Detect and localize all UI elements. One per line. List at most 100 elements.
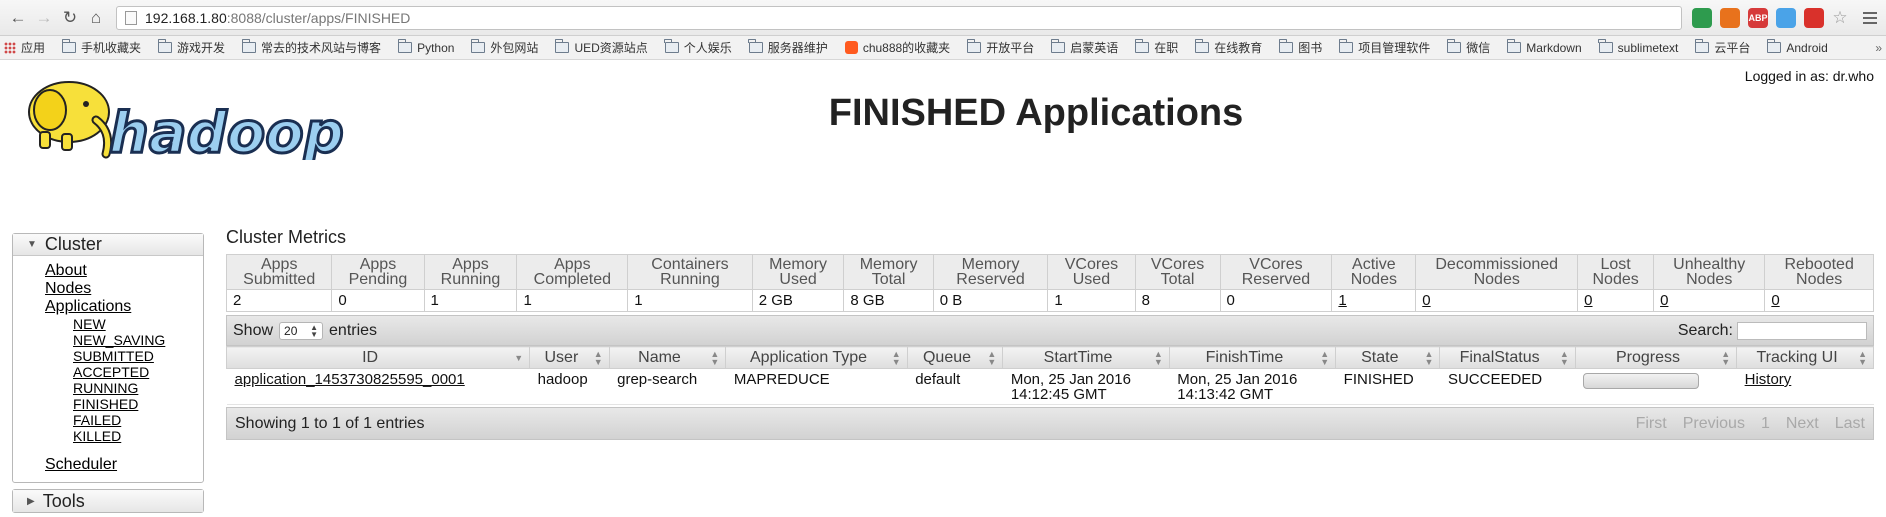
bookmark-item[interactable]: UED资源站点 bbox=[554, 39, 648, 56]
column-header[interactable]: Queue ▲ ▼ bbox=[906, 346, 1004, 369]
sidebar-state-failed[interactable]: FAILED bbox=[73, 412, 203, 428]
metric-link[interactable]: 0 bbox=[1584, 292, 1592, 309]
bookmark-item[interactable]: 服务器维护 bbox=[748, 39, 828, 56]
folder-icon bbox=[1050, 39, 1066, 53]
pager-1[interactable]: 1 bbox=[1761, 415, 1770, 433]
bookmark-label: 在职 bbox=[1154, 41, 1179, 55]
column-header[interactable]: State ▲ ▼ bbox=[1335, 346, 1441, 369]
metric-link[interactable]: 0 bbox=[1771, 292, 1779, 309]
column-header[interactable]: FinishTime ▲ ▼ bbox=[1168, 346, 1337, 369]
cluster-header[interactable]: ▼ Cluster bbox=[13, 234, 203, 256]
metric-value: 0 bbox=[1219, 289, 1333, 312]
column-header[interactable]: StartTime ▲ ▼ bbox=[1002, 346, 1170, 369]
opera-extension-icon[interactable] bbox=[1804, 7, 1824, 28]
bookmark-item[interactable]: Python bbox=[397, 39, 454, 55]
bookmark-item[interactable]: 游戏开发 bbox=[157, 39, 225, 56]
history-link[interactable]: History bbox=[1745, 371, 1792, 388]
column-header[interactable]: Name ▲ ▼ bbox=[608, 346, 727, 369]
pager-first[interactable]: First bbox=[1636, 415, 1667, 433]
sidebar-state-new_saving[interactable]: NEW_SAVING bbox=[73, 332, 203, 348]
sidebar-state-killed[interactable]: KILLED bbox=[73, 428, 203, 444]
bookmark-item[interactable]: 在线教育 bbox=[1194, 39, 1262, 56]
bookmark-item[interactable]: sublimetext bbox=[1598, 39, 1678, 55]
entries-info: Showing 1 to 1 of 1 entries bbox=[235, 414, 425, 432]
bookmark-item[interactable]: 个人娱乐 bbox=[664, 39, 732, 56]
applications-table: ID ▼ User ▲ ▼ Name ▲ ▼ Application Type ▲ ▼ Queue ▲ ▼… bbox=[225, 346, 1874, 405]
metric-link[interactable]: 1 bbox=[1338, 292, 1346, 309]
bookmark-item[interactable]: 图书 bbox=[1278, 39, 1322, 56]
start-clock: 14:12:45 GMT bbox=[1010, 386, 1107, 403]
sidebar-state-submitted[interactable]: SUBMITTED bbox=[73, 348, 203, 364]
bookmark-item[interactable]: 项目管理软件 bbox=[1338, 39, 1430, 56]
pager-previous[interactable]: Previous bbox=[1683, 415, 1745, 433]
column-header-label: FinishTime bbox=[1205, 348, 1284, 366]
home-icon[interactable]: ⌂ bbox=[84, 6, 108, 30]
chevron-double-right-icon[interactable]: » bbox=[1875, 41, 1882, 55]
sidebar-item-about[interactable]: About bbox=[45, 262, 203, 280]
metric-link[interactable]: 0 bbox=[1422, 292, 1430, 309]
tools-header[interactable]: ▶ Tools bbox=[13, 490, 203, 512]
bookmark-item[interactable]: 常去的技术风站与博客 bbox=[241, 39, 381, 56]
folder-icon bbox=[157, 39, 173, 53]
back-icon[interactable]: ← bbox=[6, 6, 30, 30]
folder-icon bbox=[397, 39, 413, 53]
adblock-extension-icon[interactable]: ABP bbox=[1748, 7, 1768, 28]
cluster-label: Cluster bbox=[44, 234, 102, 254]
bookmark-item[interactable]: 启蒙英语 bbox=[1050, 39, 1118, 56]
column-header[interactable]: Application Type ▲ ▼ bbox=[725, 346, 908, 369]
metric-header: Memory Used bbox=[751, 254, 845, 290]
bookmarks-bar: 应用 手机收藏夹 游戏开发 常去的技术风站与博客 Python 外包网站 UED资源站点 个人… bbox=[0, 36, 1886, 60]
bookmark-item[interactable]: Android bbox=[1766, 39, 1828, 55]
bookmark-item[interactable]: chu888的收藏夹 bbox=[844, 39, 950, 56]
column-header[interactable]: Progress ▲ ▼ bbox=[1574, 346, 1738, 369]
sort-both-icon: ▲ ▼ bbox=[710, 348, 720, 367]
pagination: First Previous 1 Next Last bbox=[1636, 415, 1865, 433]
sidebar-state-new[interactable]: NEW bbox=[73, 316, 203, 332]
column-header[interactable]: User ▲ ▼ bbox=[529, 346, 610, 369]
column-header[interactable]: ID ▼ bbox=[225, 346, 531, 369]
address-bar[interactable]: 192.168.1.80:8088/cluster/apps/FINISHED bbox=[116, 5, 1682, 30]
triangle-right-icon: ▶ bbox=[27, 495, 35, 507]
metric-value: 1 bbox=[1331, 289, 1417, 312]
bookmark-item[interactable]: 微信 bbox=[1446, 39, 1490, 56]
folder-icon bbox=[61, 39, 77, 53]
sidebar-item-nodes[interactable]: Nodes bbox=[45, 280, 203, 298]
metric-value: 1 bbox=[1047, 289, 1136, 312]
star-icon[interactable]: ☆ bbox=[1828, 6, 1852, 30]
sidebar-state-running[interactable]: RUNNING bbox=[73, 380, 203, 396]
pager-next[interactable]: Next bbox=[1786, 415, 1819, 433]
page-size-select[interactable]: 20 ▲ ▼ bbox=[279, 321, 324, 340]
bookmark-item[interactable]: Markdown bbox=[1506, 39, 1582, 55]
sort-both-icon: ▲ ▼ bbox=[891, 348, 901, 367]
column-header[interactable]: Tracking UI ▲ ▼ bbox=[1736, 346, 1874, 369]
pager-last[interactable]: Last bbox=[1835, 415, 1865, 433]
shield-extension-icon[interactable] bbox=[1692, 7, 1712, 28]
sidebar-state-accepted[interactable]: ACCEPTED bbox=[73, 364, 203, 380]
metric-value: 0 bbox=[1653, 289, 1766, 312]
column-header[interactable]: FinalStatus ▲ ▼ bbox=[1439, 346, 1576, 369]
bookmark-item[interactable]: 云平台 bbox=[1694, 39, 1750, 56]
infinity-extension-icon[interactable] bbox=[1720, 7, 1740, 28]
sidebar-item-applications[interactable]: Applications bbox=[45, 298, 203, 316]
folder-icon bbox=[966, 39, 982, 53]
sidebar-item-scheduler[interactable]: Scheduler bbox=[45, 456, 203, 474]
bookmark-item[interactable]: 外包网站 bbox=[470, 39, 538, 56]
bookmark-label: 服务器维护 bbox=[767, 41, 828, 55]
menu-icon[interactable] bbox=[1860, 8, 1880, 28]
sidebar-state-finished[interactable]: FINISHED bbox=[73, 396, 203, 412]
metric-link[interactable]: 0 bbox=[1660, 292, 1668, 309]
bookmark-item[interactable]: 在职 bbox=[1134, 39, 1179, 56]
application-id-link[interactable]: application_1453730825595_0001 bbox=[235, 371, 465, 388]
cell-id: application_1453730825595_0001 bbox=[226, 368, 530, 405]
reload-icon[interactable]: ↻ bbox=[58, 6, 82, 30]
column-header-label: Progress bbox=[1615, 348, 1680, 366]
bookmark-item[interactable]: 手机收藏夹 bbox=[61, 39, 141, 56]
bookmark-item[interactable]: 应用 bbox=[4, 39, 45, 56]
share-extension-icon[interactable] bbox=[1776, 7, 1796, 28]
forward-icon[interactable]: → bbox=[32, 6, 56, 30]
search-input[interactable] bbox=[1737, 321, 1867, 340]
sort-both-icon: ▲ ▼ bbox=[1721, 348, 1731, 367]
column-header-label: ID bbox=[362, 348, 379, 366]
metric-header: Memory Reserved bbox=[932, 254, 1049, 290]
bookmark-item[interactable]: 开放平台 bbox=[966, 39, 1034, 56]
